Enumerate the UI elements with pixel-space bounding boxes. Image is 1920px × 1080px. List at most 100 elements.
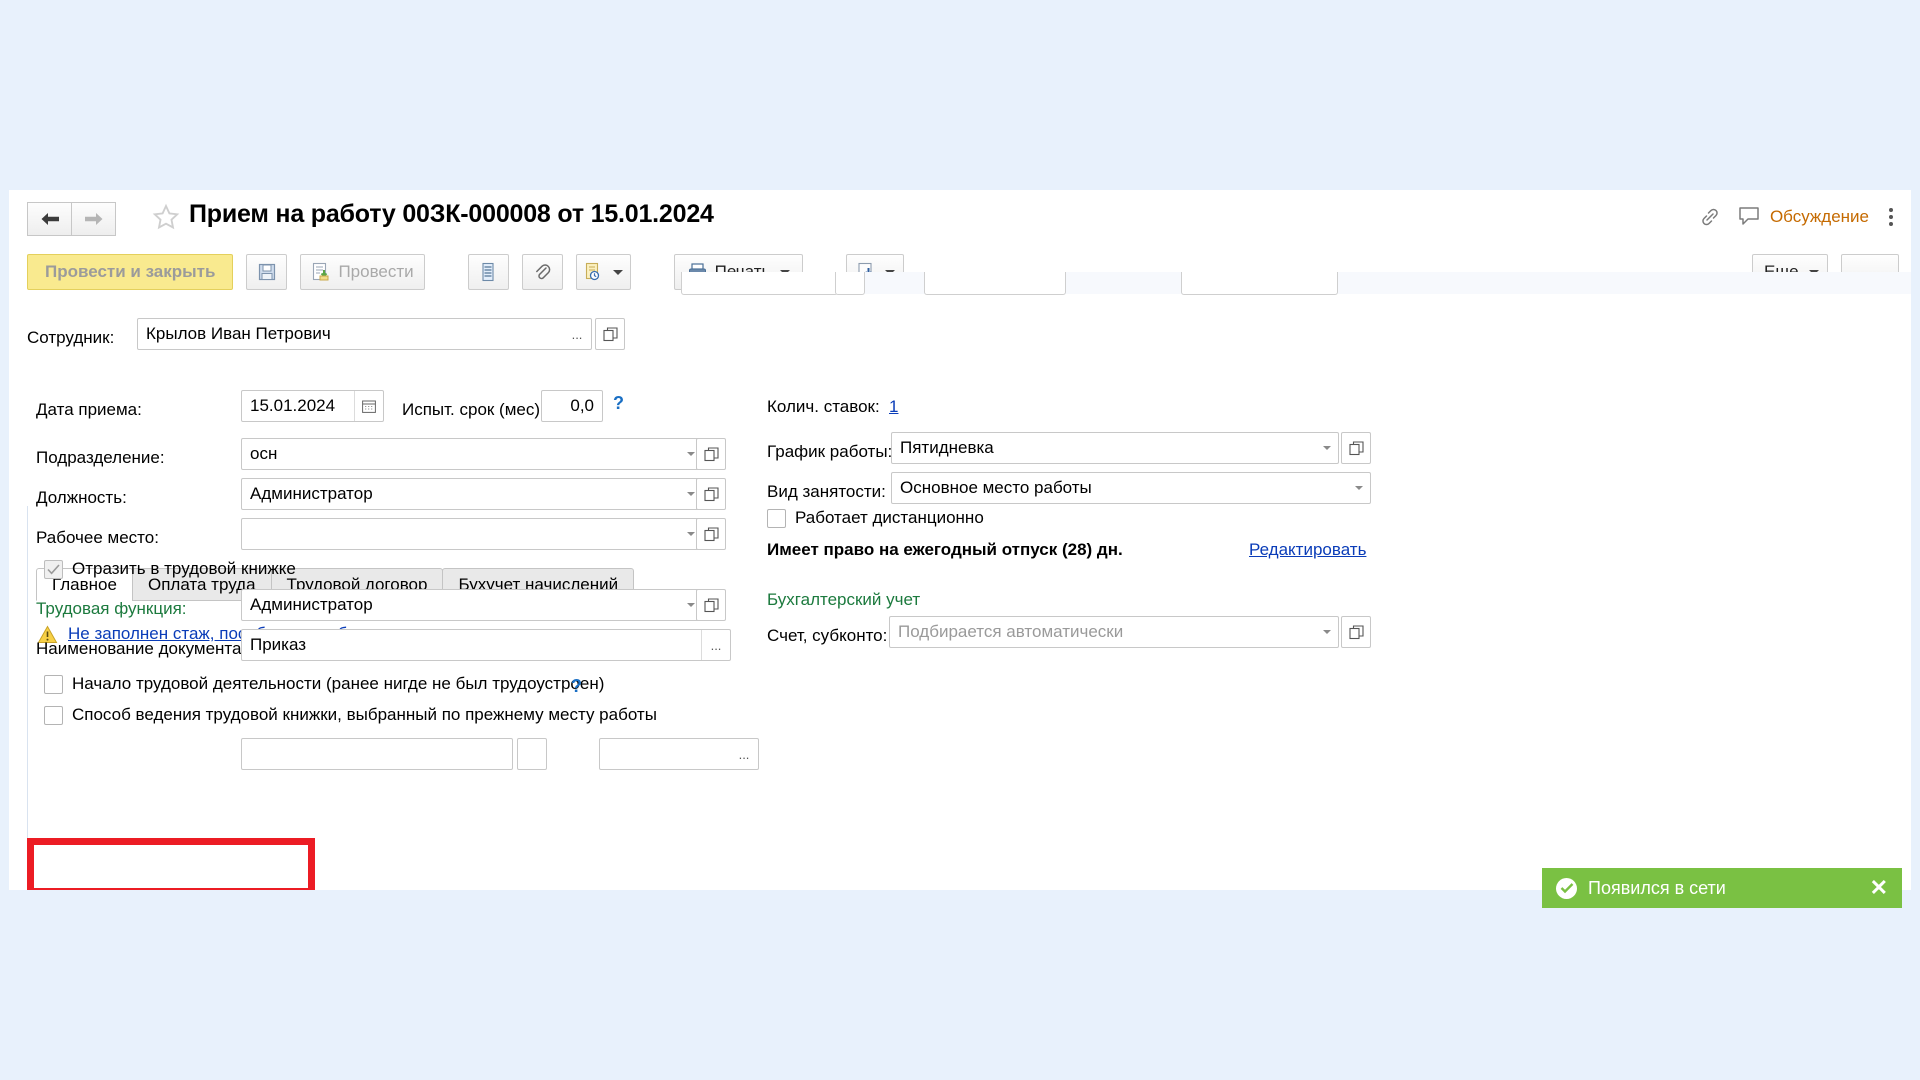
clipped-field-3 [924, 272, 1066, 295]
clipped-bottom-button-1[interactable] [517, 738, 547, 770]
link-icon[interactable] [1697, 204, 1723, 230]
floppy-disk-icon [258, 263, 276, 281]
rates-label: Колич. ставок: [767, 397, 880, 416]
document-name-field[interactable]: Приказ ... [241, 629, 731, 661]
account-dropdown-icon[interactable] [1316, 617, 1338, 647]
document-window: Прием на работу 00ЗК-000008 от 15.01.202… [9, 190, 1911, 890]
reflect-in-workbook-checkbox[interactable]: Отразить в трудовой книжке [44, 559, 296, 579]
account-placeholder: Подбирается автоматически [898, 622, 1124, 641]
rates-value-link[interactable]: 1 [889, 397, 898, 417]
probation-value: 0,0 [570, 396, 594, 415]
workplace-field[interactable] [241, 518, 703, 550]
employment-label: Вид занятости: [767, 482, 886, 501]
open-card-icon [1348, 440, 1364, 455]
clipped-bottom-field-1[interactable] [241, 738, 513, 770]
division-value: осн [250, 444, 278, 463]
kebab-menu-icon[interactable] [1883, 208, 1899, 226]
close-icon[interactable]: ✕ [1870, 877, 1888, 899]
date-label: Дата приема: [36, 400, 142, 419]
save-button[interactable] [246, 254, 288, 290]
register-list-icon [482, 262, 494, 282]
labor-function-field[interactable]: Администратор [241, 589, 703, 621]
back-button[interactable] [27, 202, 71, 236]
accounting-section-title: Бухгалтерский учет [767, 590, 921, 609]
calendar-icon [362, 400, 376, 413]
report-button[interactable] [575, 254, 631, 290]
clipped-fields-row [9, 272, 1911, 312]
reflect-in-workbook-label: Отразить в трудовой книжке [72, 559, 296, 578]
checkbox-box [44, 674, 63, 694]
date-field[interactable]: 15.01.2024 [241, 390, 384, 422]
employee-open-button[interactable] [595, 318, 625, 350]
schedule-label: График работы: [767, 442, 893, 461]
employee-value: Крылов Иван Петрович [146, 324, 331, 343]
document-name-select-button[interactable]: ... [701, 630, 730, 660]
schedule-field[interactable]: Пятидневка [891, 432, 1339, 464]
workplace-open-button[interactable] [696, 518, 726, 550]
employee-field[interactable]: Крылов Иван Петрович ... [137, 318, 592, 350]
document-name-label: Наименование документа: [36, 639, 247, 658]
schedule-open-button[interactable] [1341, 432, 1371, 464]
first-job-checkbox[interactable]: Начало трудовой деятельности (ранее нигд… [44, 674, 604, 694]
paperclip-icon [536, 264, 551, 280]
employee-select-button[interactable]: ... [563, 319, 591, 349]
remote-work-checkbox[interactable]: Работает дистанционно [767, 508, 984, 528]
schedule-value: Пятидневка [900, 438, 994, 457]
attachment-button[interactable] [521, 254, 563, 290]
position-field[interactable]: Администратор [241, 478, 703, 510]
clipped-bottom-field-2[interactable]: ... [599, 738, 759, 770]
report-caret-icon [613, 269, 624, 275]
prev-method-label: Способ ведения трудовой книжки, выбранны… [72, 705, 657, 724]
open-card-icon [703, 526, 719, 541]
arrow-left-icon [41, 213, 59, 225]
account-field[interactable]: Подбирается автоматически [889, 616, 1339, 648]
clipped-field-1 [681, 272, 838, 295]
schedule-dropdown-icon[interactable] [1316, 433, 1338, 463]
calendar-button[interactable] [354, 391, 383, 421]
probation-help-icon[interactable]: ? [613, 393, 624, 414]
division-field[interactable]: осн [241, 438, 703, 470]
employment-dropdown-icon[interactable] [1348, 473, 1370, 503]
page-title: Прием на работу 00ЗК-000008 от 15.01.202… [189, 200, 714, 228]
post-and-close-button[interactable]: Провести и закрыть [27, 254, 234, 290]
clipped-bottom-select[interactable]: ... [730, 739, 758, 769]
highlight-box [27, 838, 315, 890]
first-job-help-icon[interactable]: ? [571, 676, 582, 697]
online-toast[interactable]: Появился в сети ✕ [1542, 868, 1902, 908]
date-value: 15.01.2024 [250, 396, 336, 415]
probation-field[interactable]: 0,0 [541, 390, 603, 422]
open-card-icon [703, 446, 719, 461]
discussion-label: Обсуждение [1769, 207, 1869, 226]
remote-work-label: Работает дистанционно [795, 508, 984, 527]
employment-field[interactable]: Основное место работы [891, 472, 1371, 504]
star-icon[interactable] [152, 203, 180, 231]
labor-function-open-button[interactable] [696, 589, 726, 621]
arrow-right-icon [84, 213, 102, 225]
titlebar-actions: Обсуждение [1697, 204, 1899, 230]
toast-message: Появился в сети [1588, 877, 1726, 898]
checkmark-icon [47, 563, 60, 574]
employee-label: Сотрудник: [27, 328, 115, 347]
title-bar: Прием на работу 00ЗК-000008 от 15.01.202… [9, 190, 1911, 246]
forward-button[interactable] [71, 202, 116, 236]
labor-function-label: Трудовая функция: [36, 599, 187, 618]
post-document-icon [313, 262, 329, 281]
post-button[interactable]: Провести [300, 254, 425, 290]
post-label: Провести [338, 262, 414, 281]
prev-method-checkbox[interactable]: Способ ведения трудовой книжки, выбранны… [44, 705, 657, 725]
position-label: Должность: [36, 488, 127, 507]
first-job-label: Начало трудовой деятельности (ранее нигд… [72, 674, 605, 693]
employment-value: Основное место работы [900, 478, 1092, 497]
register-button[interactable] [467, 254, 509, 290]
position-open-button[interactable] [696, 478, 726, 510]
navigation-buttons [27, 202, 116, 236]
division-open-button[interactable] [696, 438, 726, 470]
left-gutter-line [27, 506, 28, 890]
discussion-button[interactable]: Обсуждение [1737, 206, 1869, 228]
vacation-edit-link[interactable]: Редактировать [1249, 540, 1366, 560]
position-value: Администратор [250, 484, 373, 503]
open-card-icon [1348, 624, 1364, 639]
checkbox-box [44, 559, 63, 579]
account-open-button[interactable] [1341, 616, 1371, 648]
probation-label: Испыт. срок (мес): [402, 400, 545, 419]
